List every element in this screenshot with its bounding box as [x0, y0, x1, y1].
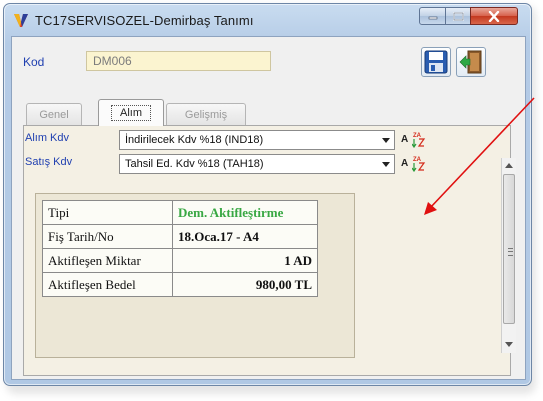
table-row: Tipi Dem. Aktifleştirme: [42, 200, 318, 225]
info-panel: Tipi Dem. Aktifleştirme Fiş Tarih/No 18.…: [35, 193, 355, 358]
bedel-key: Aktifleşen Bedel: [42, 272, 173, 297]
minimize-button[interactable]: [419, 7, 446, 25]
scroll-up-icon[interactable]: [505, 163, 513, 168]
svg-text:ZA: ZA: [413, 133, 422, 139]
tab-gelismis[interactable]: Gelişmiş: [166, 103, 246, 125]
tipi-key: Tipi: [42, 200, 173, 225]
scroll-down-icon[interactable]: [505, 342, 513, 347]
chevron-down-icon: [382, 138, 390, 143]
alim-kdv-sort-icon[interactable]: ZA: [412, 130, 426, 148]
chevron-down-icon: [382, 162, 390, 167]
vertical-scrollbar[interactable]: [501, 158, 516, 353]
miktar-key: Aktifleşen Miktar: [42, 248, 173, 273]
exit-button[interactable]: [456, 47, 486, 77]
close-icon: [488, 10, 500, 22]
app-logo-icon: [14, 14, 28, 27]
tab-alim[interactable]: Alım: [98, 99, 164, 126]
tab-gelismis-label: Gelişmiş: [184, 108, 228, 121]
exit-door-icon: [459, 50, 482, 74]
miktar-value: 1 AD: [172, 248, 318, 273]
alim-kdv-value: İndirilecek Kdv %18 (IND18): [125, 134, 264, 146]
bedel-value: 980,00 TL: [172, 272, 318, 297]
alim-kdv-select[interactable]: İndirilecek Kdv %18 (IND18): [119, 130, 395, 150]
info-table: Tipi Dem. Aktifleştirme Fiş Tarih/No 18.…: [42, 200, 318, 297]
app-window: TC17SERVISOZEL-Demirbaş Tanımı Kod DM006: [3, 3, 532, 386]
tab-genel-label: Genel: [39, 108, 69, 121]
svg-text:ZA: ZA: [413, 157, 422, 163]
fis-tarih-value: 18.Oca.17 - A4: [172, 224, 318, 249]
save-button[interactable]: [421, 47, 451, 77]
maximize-button[interactable]: [445, 7, 471, 25]
satis-kdv-select[interactable]: Tahsil Ed. Kdv %18 (TAH18): [119, 154, 395, 174]
table-row: Aktifleşen Miktar 1 AD: [42, 248, 318, 273]
tab-alim-label: Alım: [111, 105, 151, 121]
satis-kdv-sort-icon[interactable]: ZA: [412, 154, 426, 172]
table-row: Aktifleşen Bedel 980,00 TL: [42, 272, 318, 297]
tipi-value: Dem. Aktifleştirme: [172, 200, 318, 225]
form-client-area: Kod DM006 Genel Gelişmiş Alım Kdv İndiri…: [11, 36, 526, 380]
satis-kdv-label: Satış Kdv: [25, 156, 73, 168]
tab-genel[interactable]: Genel: [26, 103, 82, 125]
alim-kdv-label: Alım Kdv: [25, 132, 70, 144]
minimize-icon: [428, 16, 437, 20]
satis-kdv-a-button[interactable]: A: [401, 158, 408, 169]
maximize-icon: [452, 11, 464, 21]
table-row: Fiş Tarih/No 18.Oca.17 - A4: [42, 224, 318, 249]
close-button[interactable]: [470, 7, 518, 25]
satis-kdv-value: Tahsil Ed. Kdv %18 (TAH18): [125, 158, 264, 170]
alim-kdv-a-button[interactable]: A: [401, 134, 408, 145]
fis-tarih-key: Fiş Tarih/No: [42, 224, 173, 249]
kod-label: Kod: [23, 55, 45, 69]
vertical-scroll-thumb[interactable]: [503, 174, 515, 324]
title-bar[interactable]: TC17SERVISOZEL-Demirbaş Tanımı: [4, 4, 531, 36]
horizontal-scrollbar[interactable]: |||: [32, 385, 514, 386]
kod-field[interactable]: DM006: [86, 51, 271, 71]
window-title: TC17SERVISOZEL-Demirbaş Tanımı: [35, 13, 254, 28]
grip-icon: [508, 248, 513, 256]
save-icon: [424, 50, 448, 74]
